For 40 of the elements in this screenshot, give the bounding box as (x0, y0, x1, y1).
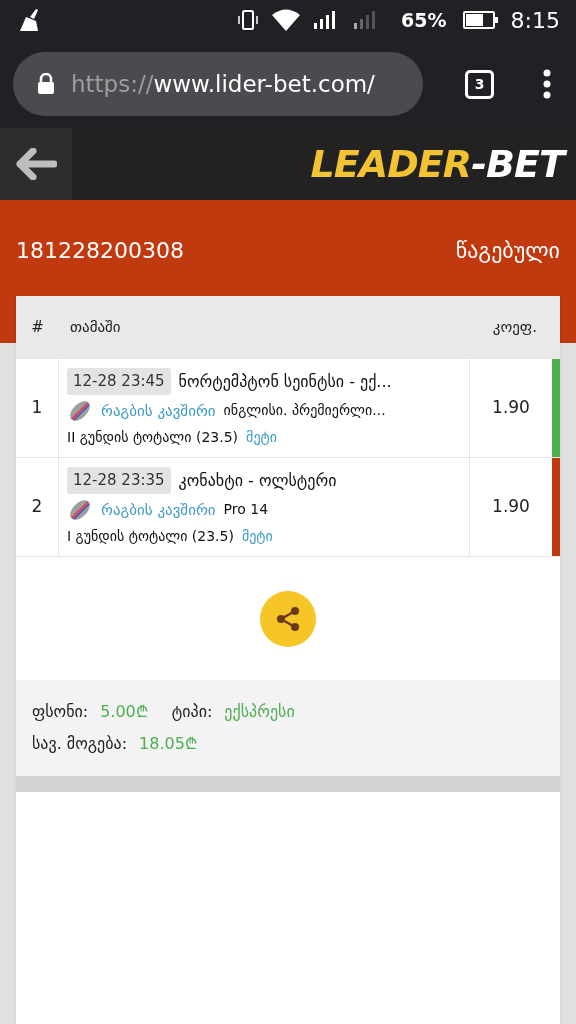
row-number: 1 (16, 359, 59, 457)
odds-value: 1.90 (491, 495, 531, 519)
type-label: ტიპი: (171, 701, 213, 723)
url-text: https://www.lider-bet.com/ (71, 69, 375, 99)
address-bar[interactable]: https://www.lider-bet.com/ (13, 52, 423, 116)
signal-icon (353, 10, 378, 30)
battery-icon (462, 10, 499, 30)
market-name: I გუნდის ტოტალი (23.5) (67, 526, 234, 546)
back-button[interactable] (0, 128, 72, 200)
win-value: 18.05₾ (139, 733, 197, 755)
column-header: კოეფ. (492, 317, 538, 339)
stake-label: ფსონი: (32, 701, 89, 723)
tab-count-button[interactable]: 3 (465, 69, 494, 99)
match-title: ნორტემპტონ სეინტსი - ექ... (178, 370, 392, 393)
wifi-icon (271, 8, 302, 32)
match-time: 12-28 23:35 (67, 467, 171, 494)
signal-icon (313, 10, 338, 30)
row-number: 2 (16, 458, 59, 556)
league-name: ინგლისი. პრემიერლი... (223, 401, 386, 421)
pick-name: მეტი (246, 427, 277, 447)
back-arrow-icon (15, 148, 57, 180)
column-header: # (30, 317, 45, 339)
vibrate-icon (237, 8, 260, 32)
stake-value: 5.00₾ (100, 701, 148, 723)
league-name: Pro 14 (223, 500, 269, 520)
win-label: სავ. მოგება: (32, 733, 127, 755)
lock-icon (37, 73, 55, 95)
ticket-number: 181228200308 (16, 237, 184, 265)
clock: 8:15 (510, 6, 560, 35)
odds-value: 1.90 (491, 396, 531, 420)
market-name: II გუნდის ტოტალი (23.5) (67, 427, 239, 447)
column-header: თამაში (69, 317, 122, 339)
share-icon (276, 605, 300, 632)
match-time: 12-28 23:45 (67, 368, 171, 395)
type-value: ექსპრესი (224, 701, 295, 723)
battery-percent: 65% (401, 7, 447, 33)
match-title: კონახტი - ოლსტერი (178, 469, 337, 492)
pick-name: მეტი (241, 526, 273, 546)
more-menu-icon[interactable] (542, 69, 552, 99)
ticket-status: წაგებული (455, 237, 560, 265)
